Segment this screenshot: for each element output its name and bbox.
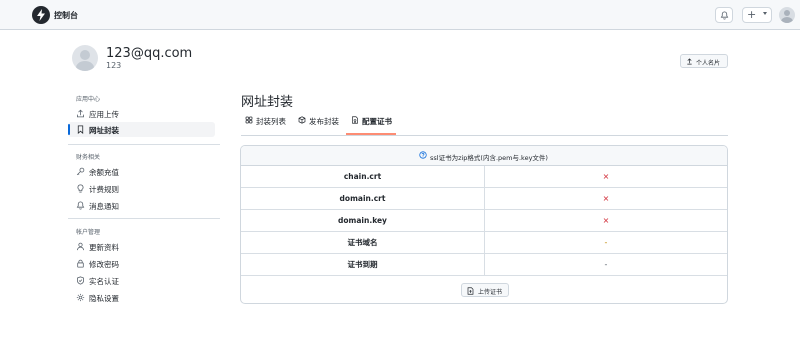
sidebar-item-url-wrap[interactable]: 网址封装 [68, 122, 215, 137]
sidebar-item-label: 网址封装 [89, 126, 119, 135]
sidebar-item-privacy[interactable]: 隐私设置 [68, 290, 215, 305]
upload-certificate-label: 上传证书 [478, 289, 503, 296]
sidebar-item-label: 隐私设置 [89, 294, 119, 303]
upload-certificate-button[interactable]: 上传证书 [461, 283, 509, 297]
share-icon [687, 58, 692, 65]
page-title: 网址封装 [241, 95, 294, 110]
plus-icon: + [747, 8, 757, 21]
lock-icon [77, 259, 84, 268]
tab-configure-cert[interactable]: 配置证书 [351, 115, 401, 135]
profile-username: 123@qq.com [106, 46, 193, 61]
profile-avatar [72, 45, 98, 71]
table-row: domain.crt × [241, 188, 727, 210]
tab-label: 封装列表 [256, 117, 286, 126]
sidebar-divider [68, 218, 220, 219]
cert-field-name: 证书到期 [241, 254, 485, 275]
cert-status-missing-icon: × [602, 194, 610, 203]
sidebar-item-billing-rules[interactable]: 计费规则 [68, 181, 215, 196]
sidebar-item-label: 应用上传 [89, 110, 119, 119]
tabs-divider [241, 135, 728, 136]
sidebar-item-notifications[interactable]: 消息通知 [68, 198, 215, 213]
sidebar-item-recharge[interactable]: 余额充值 [68, 164, 215, 179]
sidebar-item-label: 修改密码 [89, 260, 119, 269]
sidebar-item-label: 余额充值 [89, 168, 119, 177]
bolt-icon[interactable] [32, 6, 50, 24]
cert-field-name: chain.crt [241, 166, 485, 187]
question-icon [419, 151, 427, 159]
personal-card-label: 个人名片 [696, 60, 721, 67]
gear-icon [76, 293, 85, 302]
lightbulb-icon [77, 184, 84, 193]
certificate-panel: ssl证书为zip格式(内含.pem与.key文件) chain.crt × d… [240, 145, 728, 304]
sidebar-item-verification[interactable]: 实名认证 [68, 273, 215, 288]
top-bar: 控制台 + [0, 0, 800, 30]
sidebar-item-change-password[interactable]: 修改密码 [68, 256, 215, 271]
create-new-button[interactable]: + [742, 7, 772, 23]
cert-field-name: 证书域名 [241, 232, 485, 253]
cert-expiry-value: - [604, 260, 608, 269]
cert-status-missing-icon: × [602, 216, 610, 225]
bell-icon [720, 11, 729, 20]
tab-wrap-list[interactable]: 封装列表 [245, 115, 295, 135]
chevron-down-icon [763, 12, 767, 15]
cert-status-missing-icon: × [602, 172, 610, 181]
bell-icon [76, 201, 85, 210]
sidebar-item-label: 实名认证 [89, 277, 119, 286]
package-icon [298, 116, 306, 124]
sidebar-item-app-upload[interactable]: 应用上传 [68, 106, 215, 121]
file-upload-icon [467, 287, 474, 295]
sidebar-item-label: 消息通知 [89, 202, 119, 211]
tab-label: 发布封装 [309, 117, 339, 126]
profile-user-id: 123 [106, 61, 122, 70]
shield-check-icon [77, 276, 84, 285]
key-icon [76, 167, 85, 176]
table-row: chain.crt × [241, 166, 727, 188]
cert-field-name: domain.crt [241, 188, 485, 209]
table-row: domain.key × [241, 210, 727, 232]
cert-field-name: domain.key [241, 210, 485, 231]
upload-icon [77, 109, 84, 118]
sidebar-section-title: 财务相关 [76, 154, 101, 161]
notifications-button[interactable] [715, 7, 733, 23]
person-icon [77, 242, 84, 251]
certificate-hint-bar: ssl证书为zip格式(内含.pem与.key文件) [241, 146, 727, 166]
app-title[interactable]: 控制台 [54, 10, 78, 21]
sidebar-section-title: 应用中心 [76, 96, 101, 103]
apps-icon [245, 116, 253, 124]
file-badge-icon [352, 116, 358, 124]
sidebar-item-label: 更新资料 [89, 243, 119, 252]
cert-domain-value: - [604, 238, 608, 247]
table-row: 证书到期 - [241, 254, 727, 276]
certificate-hint-text: ssl证书为zip格式(内含.pem与.key文件) [430, 154, 548, 162]
sidebar-section-title: 帐户管理 [76, 229, 101, 236]
sidebar-item-update-profile[interactable]: 更新资料 [68, 239, 215, 254]
sidebar-divider [68, 144, 220, 145]
personal-card-button[interactable]: 个人名片 [680, 54, 728, 68]
tab-label: 配置证书 [362, 117, 392, 126]
table-row: 证书域名 - [241, 232, 727, 254]
user-avatar[interactable] [779, 7, 795, 23]
tab-publish-wrap[interactable]: 发布封装 [298, 115, 348, 135]
sidebar-item-label: 计费规则 [89, 185, 119, 194]
bookmark-icon [77, 125, 84, 134]
